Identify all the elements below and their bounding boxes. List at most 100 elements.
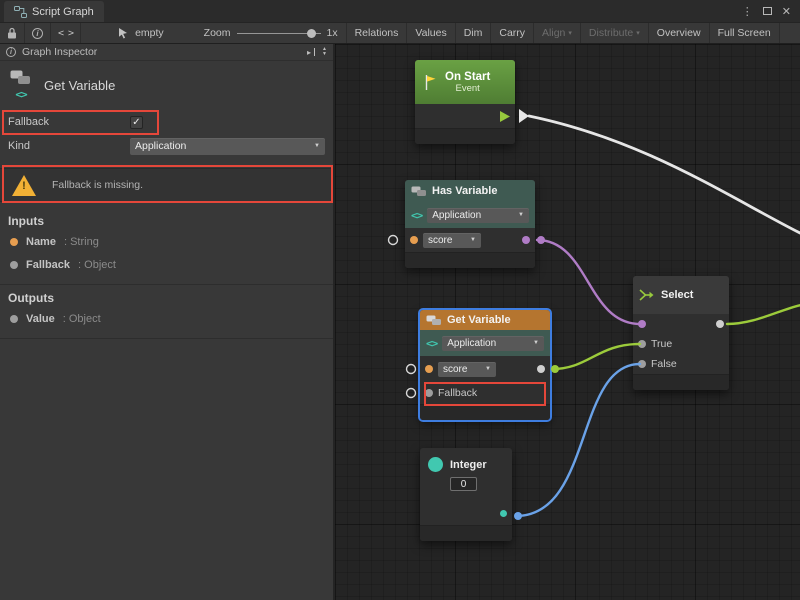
- integer-output-row: [420, 501, 512, 525]
- select-title: Select: [661, 289, 693, 301]
- wire-get-variable-to-true[interactable]: [552, 344, 640, 369]
- overview-button[interactable]: Overview: [648, 23, 709, 43]
- flow-output-port[interactable]: [500, 111, 510, 122]
- code-icon: <>: [411, 209, 422, 222]
- kind-property-label: Kind: [8, 140, 130, 152]
- node-integer[interactable]: Integer 0: [420, 448, 512, 541]
- inputs-section-header: Inputs: [0, 214, 333, 230]
- variables-icon: [10, 70, 32, 85]
- graph-canvas[interactable]: On Start Event Has Variable <>: [335, 44, 800, 600]
- tab-label: Script Graph: [32, 6, 94, 18]
- zoom-slider[interactable]: [237, 28, 321, 38]
- true-port-label: True: [651, 338, 672, 350]
- inspect-button[interactable]: i: [25, 23, 51, 43]
- node-get-variable[interactable]: Get Variable <> Application ▼ score ▼ F: [420, 310, 550, 420]
- distribute-button[interactable]: Distribute▾: [580, 23, 648, 43]
- carry-button[interactable]: Carry: [490, 23, 533, 43]
- lock-button[interactable]: [0, 23, 25, 43]
- wire-on-start[interactable]: [529, 116, 800, 233]
- name-input-port[interactable]: [425, 365, 433, 373]
- get-variable-header: Get Variable: [420, 310, 550, 330]
- inspected-node-title: Get Variable: [44, 78, 115, 93]
- code-view-button[interactable]: < >: [51, 23, 81, 43]
- integer-value-field[interactable]: 0: [450, 477, 477, 491]
- object-port-icon: [10, 261, 18, 269]
- chevron-down-icon: ▼: [464, 237, 476, 243]
- kind-property-row: Kind Application ▼: [0, 134, 333, 158]
- node-on-start[interactable]: On Start Event: [415, 60, 515, 144]
- input-row-fallback: Fallback : Object: [0, 253, 333, 276]
- kind-dropdown[interactable]: Application ▼: [130, 138, 325, 155]
- fallback-property-row: Fallback ✓: [0, 110, 333, 134]
- dim-button[interactable]: Dim: [455, 23, 491, 43]
- integer-output-port[interactable]: [500, 510, 507, 517]
- has-variable-kind-dropdown[interactable]: Application ▼: [427, 208, 529, 223]
- unconnected-port-circle: [407, 389, 416, 398]
- inspected-node-title-block: <> Get Variable: [0, 61, 333, 110]
- graph-inspector-panel: i Graph Inspector ▸ ▲ ▼ <> Get Variable: [0, 44, 335, 600]
- node-footer: [420, 404, 550, 420]
- false-port-label: False: [651, 358, 677, 370]
- info-icon: i: [32, 28, 43, 39]
- chevron-down-icon: ▼: [527, 340, 539, 346]
- close-icon[interactable]: ✕: [782, 5, 791, 18]
- false-input-port[interactable]: [638, 360, 646, 368]
- zoom-label: Zoom: [204, 27, 231, 39]
- warning-box: ! Fallback is missing.: [0, 168, 333, 202]
- panel-scroll-arrows[interactable]: ▲ ▼: [322, 47, 327, 57]
- warning-text: Fallback is missing.: [52, 179, 143, 191]
- node-footer: [633, 374, 729, 390]
- script-graph-icon: [14, 6, 27, 18]
- select-false-row: False: [633, 354, 729, 374]
- unconnected-port-circle: [407, 365, 416, 374]
- on-start-output-row: [415, 104, 515, 128]
- wire-select-output[interactable]: [727, 305, 800, 324]
- maximize-icon[interactable]: [763, 7, 772, 15]
- object-port-icon: [10, 315, 18, 323]
- code-icon: < >: [58, 28, 73, 39]
- fallback-checkbox[interactable]: ✓: [130, 116, 143, 129]
- on-start-title: On Start: [445, 71, 490, 83]
- integer-title: Integer: [450, 459, 487, 471]
- scroll-down-icon[interactable]: ▼: [322, 52, 327, 57]
- values-button[interactable]: Values: [406, 23, 454, 43]
- variable-name-dropdown[interactable]: score ▼: [438, 362, 496, 377]
- tab-bar: Script Graph ⋮ ✕: [0, 0, 800, 22]
- integer-type-icon: [428, 457, 443, 472]
- has-variable-header: Has Variable: [405, 180, 535, 202]
- condition-input-port[interactable]: [638, 320, 646, 328]
- get-variable-name-row: score ▼: [420, 356, 550, 382]
- green-endpoint-dot: [551, 365, 559, 373]
- menu-dots-icon[interactable]: ⋮: [742, 5, 753, 18]
- zoom-slider-knob[interactable]: [307, 29, 316, 38]
- true-input-port[interactable]: [638, 340, 646, 348]
- output-row-value: Value : Object: [0, 307, 333, 330]
- warning-icon: !: [12, 175, 36, 196]
- code-icon: <>: [15, 88, 26, 101]
- divider: [0, 338, 333, 339]
- node-has-variable[interactable]: Has Variable <> Application ▼ score ▼: [405, 180, 535, 268]
- fallback-property-label: Fallback: [8, 116, 130, 128]
- variable-name-dropdown[interactable]: score ▼: [423, 233, 481, 248]
- divider: [0, 284, 333, 285]
- tab-script-graph[interactable]: Script Graph: [4, 1, 104, 22]
- result-output-port[interactable]: [522, 236, 530, 244]
- align-button[interactable]: Align▾: [533, 23, 580, 43]
- get-variable-kind-dropdown[interactable]: Application ▼: [442, 336, 544, 351]
- value-output-port[interactable]: [537, 365, 545, 373]
- full-screen-button[interactable]: Full Screen: [709, 23, 780, 43]
- name-input-port[interactable]: [410, 236, 418, 244]
- selection-output-port[interactable]: [716, 320, 724, 328]
- fallback-input-port[interactable]: [425, 389, 433, 397]
- wire-has-variable-to-select[interactable]: [537, 240, 640, 324]
- relations-button[interactable]: Relations: [346, 23, 407, 43]
- info-icon: i: [6, 47, 16, 57]
- graph-toolbar: i < > empty Zoom 1x Relations Values Dim…: [0, 22, 800, 44]
- lock-icon: [7, 27, 17, 39]
- node-footer: [405, 252, 535, 268]
- variables-icon: [411, 186, 427, 197]
- outputs-section-header: Outputs: [0, 291, 333, 307]
- chevron-down-icon: ▾: [636, 29, 640, 37]
- node-select[interactable]: Select True False: [633, 276, 729, 390]
- collapse-panel-icon[interactable]: ▸: [307, 48, 311, 57]
